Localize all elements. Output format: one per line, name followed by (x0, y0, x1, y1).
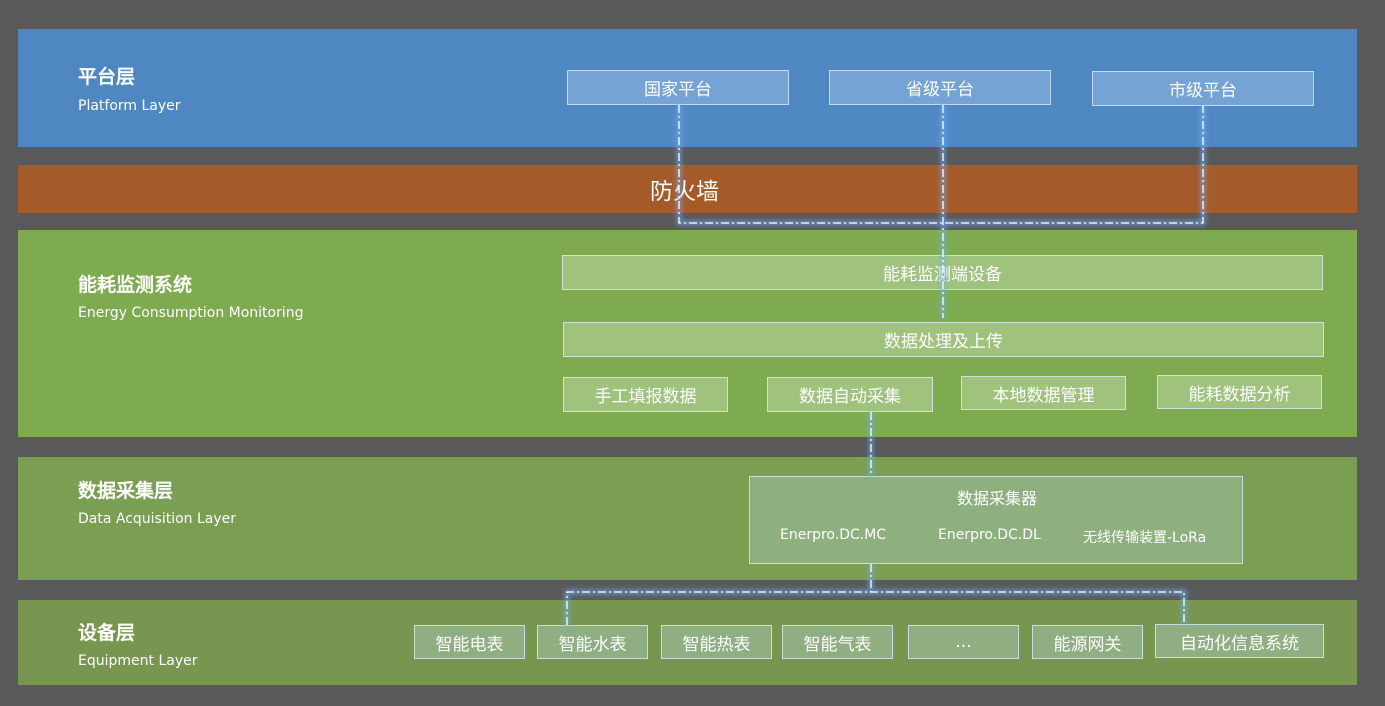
firewall-label: 防火墙 (650, 179, 719, 205)
equipment-box: 自动化信息系统 (1155, 624, 1324, 658)
layer-subtitle: Data Acquisition Layer (78, 511, 237, 527)
layer-subtitle: Platform Layer (78, 98, 181, 114)
city-platform-box: 市级平台 (1092, 71, 1314, 106)
data-collector-box: 数据采集器 Enerpro.DC.MC Enerpro.DC.DL 无线传输装置… (749, 476, 1243, 564)
collector-item: Enerpro.DC.MC (780, 527, 887, 543)
layer-title: 数据采集层 (78, 480, 174, 502)
collector-item: Enerpro.DC.DL (938, 527, 1041, 543)
collector-title: 数据采集器 (956, 489, 1037, 508)
provincial-platform-box: 省级平台 (829, 70, 1051, 105)
equipment-box: 智能气表 (782, 625, 893, 659)
module-box: 数据自动采集 (767, 377, 933, 412)
layer-title: 设备层 (78, 622, 136, 644)
layer-title: 平台层 (78, 66, 136, 88)
equipment-box: 智能电表 (414, 625, 525, 659)
equipment-box: ... (908, 625, 1019, 659)
layer-subtitle: Equipment Layer (78, 653, 198, 669)
data-processing-box: 数据处理及上传 (563, 322, 1324, 357)
equipment-box: 能源网关 (1032, 625, 1143, 659)
equipment-box: 智能热表 (661, 625, 772, 659)
module-box: 手工填报数据 (563, 377, 728, 412)
monitoring-device-box: 能耗监测端设备 (562, 255, 1323, 290)
equipment-box: 智能水表 (537, 625, 648, 659)
firewall-layer: 防火墙 (18, 165, 1357, 213)
layer-title: 能耗监测系统 (78, 274, 193, 296)
module-box: 本地数据管理 (961, 376, 1126, 410)
national-platform-box: 国家平台 (567, 70, 789, 105)
layer-subtitle: Energy Consumption Monitoring (78, 305, 304, 321)
module-box: 能耗数据分析 (1157, 375, 1322, 409)
collector-item: 无线传输装置-LoRa (1083, 530, 1207, 546)
